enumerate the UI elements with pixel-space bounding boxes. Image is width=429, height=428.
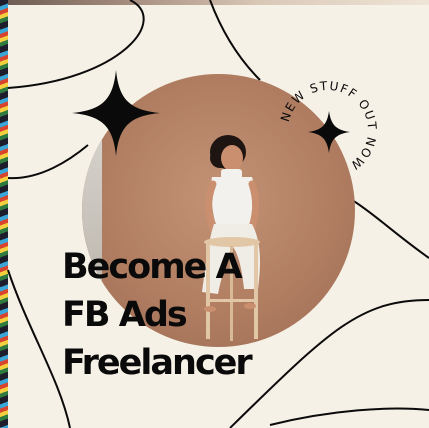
headline-line-3: Freelancer: [62, 343, 253, 383]
four-point-star-icon: [72, 70, 160, 156]
headline-line-2: FB Ads: [62, 295, 188, 335]
headline-line-1: Become A: [62, 247, 243, 287]
headline: Become A FB Ads Freelancer: [62, 243, 253, 387]
four-point-star-icon: [308, 111, 350, 153]
